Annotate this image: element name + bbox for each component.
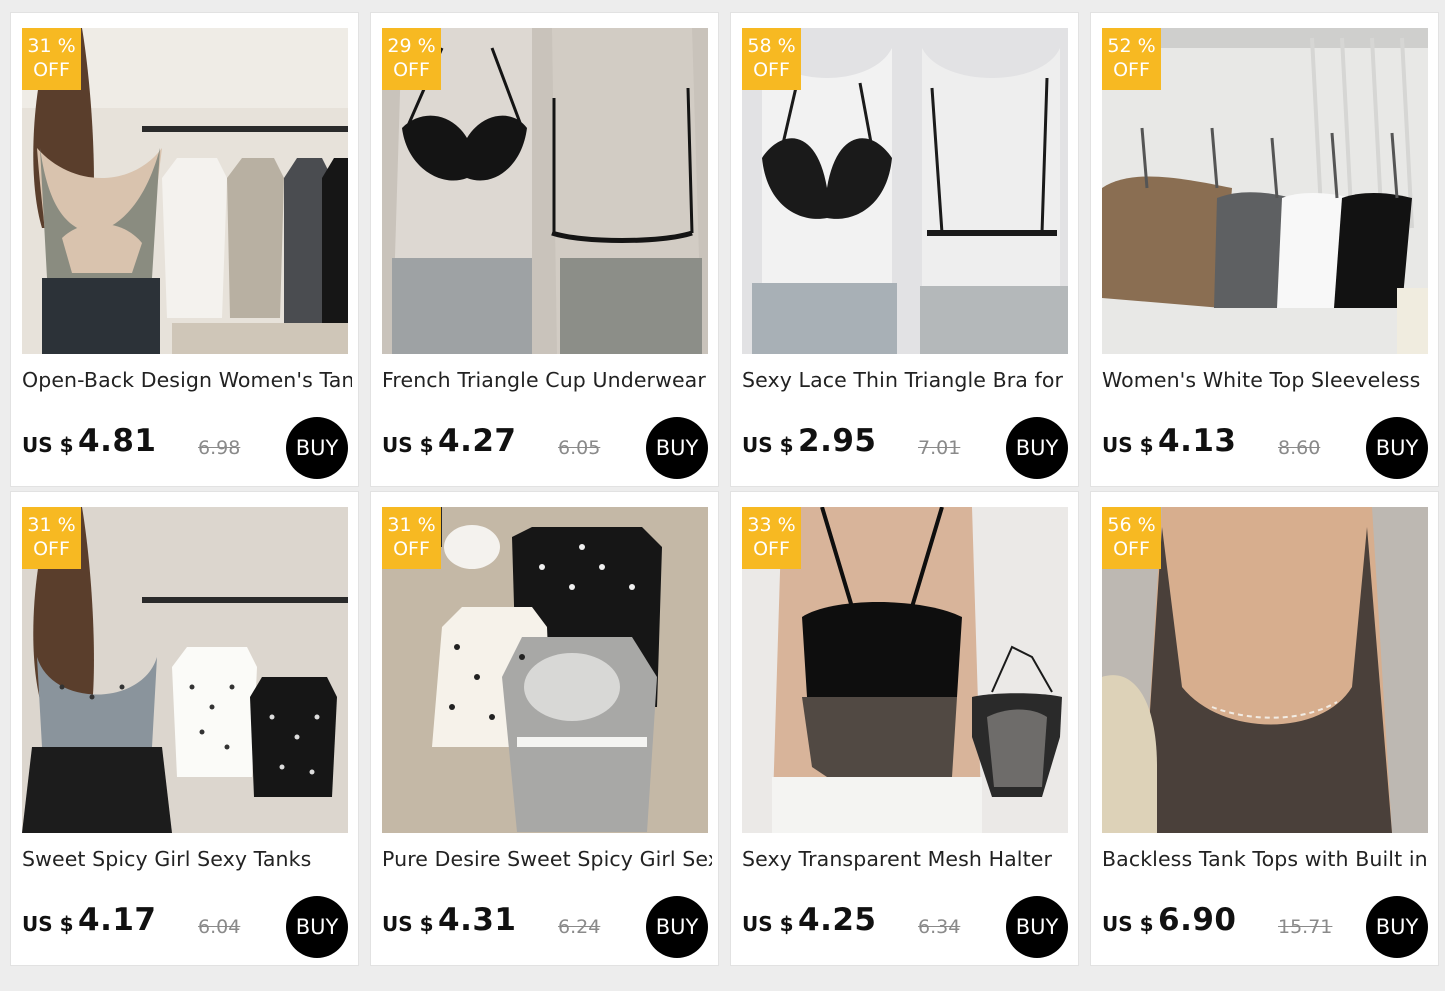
discount-percent: 31 % xyxy=(387,514,436,536)
product-card[interactable]: 52 % OFF Women's White Top Sleeveless US… xyxy=(1090,12,1439,487)
lace-bra-mannequin-photo[interactable]: 58 % OFF xyxy=(742,28,1068,354)
product-title[interactable]: Backless Tank Tops with Built in xyxy=(1102,847,1432,871)
original-price: 6.98 xyxy=(198,437,241,459)
polka-dot-cami-flatlay-photo[interactable]: 31 % OFF xyxy=(382,507,708,833)
discount-badge: 58 % OFF xyxy=(742,28,801,90)
buy-button[interactable]: BUY xyxy=(286,896,348,958)
price-row: US $ 4.25 6.34 BUY xyxy=(742,896,1068,960)
discount-off-label: OFF xyxy=(393,538,430,560)
discount-percent: 31 % xyxy=(27,35,76,57)
discount-badge: 31 % OFF xyxy=(22,507,81,569)
currency-label: US $ xyxy=(742,433,794,457)
tube-tops-row-photo[interactable]: 52 % OFF xyxy=(1102,28,1428,354)
currency-label: US $ xyxy=(382,912,434,936)
discount-percent: 33 % xyxy=(747,514,796,536)
discount-off-label: OFF xyxy=(393,59,430,81)
discount-badge: 31 % OFF xyxy=(22,28,81,90)
discount-badge: 56 % OFF xyxy=(1102,507,1161,569)
buy-button[interactable]: BUY xyxy=(646,896,708,958)
sale-price: 4.17 xyxy=(78,902,157,938)
sale-price: 4.13 xyxy=(1158,423,1237,459)
original-price: 8.60 xyxy=(1278,437,1321,459)
product-title[interactable]: Sexy Lace Thin Triangle Bra for xyxy=(742,368,1072,392)
product-card[interactable]: 31 % OFF Open-Back Design Women's Tank U… xyxy=(10,12,359,487)
gray-tank-top-product-photo[interactable]: 31 % OFF xyxy=(22,28,348,354)
discount-off-label: OFF xyxy=(33,538,70,560)
currency-label: US $ xyxy=(22,433,74,457)
sale-price: 2.95 xyxy=(798,423,877,459)
discount-percent: 29 % xyxy=(387,35,436,57)
sale-price: 4.25 xyxy=(798,902,877,938)
original-price: 6.05 xyxy=(558,437,601,459)
original-price: 6.34 xyxy=(918,916,961,938)
discount-off-label: OFF xyxy=(1113,59,1150,81)
buy-button[interactable]: BUY xyxy=(1366,896,1428,958)
currency-label: US $ xyxy=(1102,912,1154,936)
discount-off-label: OFF xyxy=(753,59,790,81)
currency-label: US $ xyxy=(742,912,794,936)
buy-button[interactable]: BUY xyxy=(646,417,708,479)
product-card[interactable]: 31 % OFF Sweet Spicy Girl Sexy Tanks US … xyxy=(10,491,359,966)
price-row: US $ 4.17 6.04 BUY xyxy=(22,896,348,960)
currency-label: US $ xyxy=(382,433,434,457)
discount-percent: 58 % xyxy=(747,35,796,57)
discount-badge: 29 % OFF xyxy=(382,28,441,90)
price-row: US $ 4.13 8.60 BUY xyxy=(1102,417,1428,481)
product-title[interactable]: Sweet Spicy Girl Sexy Tanks xyxy=(22,847,352,871)
black-bra-mannequin-photo[interactable]: 29 % OFF xyxy=(382,28,708,354)
mesh-halter-top-photo[interactable]: 33 % OFF xyxy=(742,507,1068,833)
product-title[interactable]: Open-Back Design Women's Tank xyxy=(22,368,352,392)
discount-off-label: OFF xyxy=(33,59,70,81)
discount-percent: 56 % xyxy=(1107,514,1156,536)
price-row: US $ 4.81 6.98 BUY xyxy=(22,417,348,481)
polka-dot-cami-photo[interactable]: 31 % OFF xyxy=(22,507,348,833)
original-price: 6.04 xyxy=(198,916,241,938)
sale-price: 4.27 xyxy=(438,423,517,459)
buy-button[interactable]: BUY xyxy=(1006,417,1068,479)
discount-off-label: OFF xyxy=(1113,538,1150,560)
product-grid: 31 % OFF Open-Back Design Women's Tank U… xyxy=(10,12,1439,966)
backless-brown-tank-photo[interactable]: 56 % OFF xyxy=(1102,507,1428,833)
buy-button[interactable]: BUY xyxy=(1006,896,1068,958)
currency-label: US $ xyxy=(1102,433,1154,457)
original-price: 15.71 xyxy=(1278,916,1333,938)
product-title[interactable]: Sexy Transparent Mesh Halter xyxy=(742,847,1072,871)
product-card[interactable]: 29 % OFF French Triangle Cup Underwear U… xyxy=(370,12,719,487)
sale-price: 4.81 xyxy=(78,423,157,459)
discount-badge: 31 % OFF xyxy=(382,507,441,569)
sale-price: 4.31 xyxy=(438,902,517,938)
price-row: US $ 4.31 6.24 BUY xyxy=(382,896,708,960)
discount-badge: 33 % OFF xyxy=(742,507,801,569)
discount-percent: 52 % xyxy=(1107,35,1156,57)
original-price: 6.24 xyxy=(558,916,601,938)
product-title[interactable]: Women's White Top Sleeveless xyxy=(1102,368,1432,392)
product-title[interactable]: Pure Desire Sweet Spicy Girl Sexy xyxy=(382,847,712,871)
original-price: 7.01 xyxy=(918,437,961,459)
price-row: US $ 6.90 15.71 BUY xyxy=(1102,896,1428,960)
product-card[interactable]: 56 % OFF Backless Tank Tops with Built i… xyxy=(1090,491,1439,966)
product-card[interactable]: 31 % OFF Pure Desire Sweet Spicy Girl Se… xyxy=(370,491,719,966)
currency-label: US $ xyxy=(22,912,74,936)
sale-price: 6.90 xyxy=(1158,902,1237,938)
price-row: US $ 2.95 7.01 BUY xyxy=(742,417,1068,481)
buy-button[interactable]: BUY xyxy=(286,417,348,479)
product-title[interactable]: French Triangle Cup Underwear xyxy=(382,368,712,392)
product-card[interactable]: 58 % OFF Sexy Lace Thin Triangle Bra for… xyxy=(730,12,1079,487)
discount-percent: 31 % xyxy=(27,514,76,536)
discount-badge: 52 % OFF xyxy=(1102,28,1161,90)
buy-button[interactable]: BUY xyxy=(1366,417,1428,479)
product-card[interactable]: 33 % OFF Sexy Transparent Mesh Halter US… xyxy=(730,491,1079,966)
price-row: US $ 4.27 6.05 BUY xyxy=(382,417,708,481)
discount-off-label: OFF xyxy=(753,538,790,560)
